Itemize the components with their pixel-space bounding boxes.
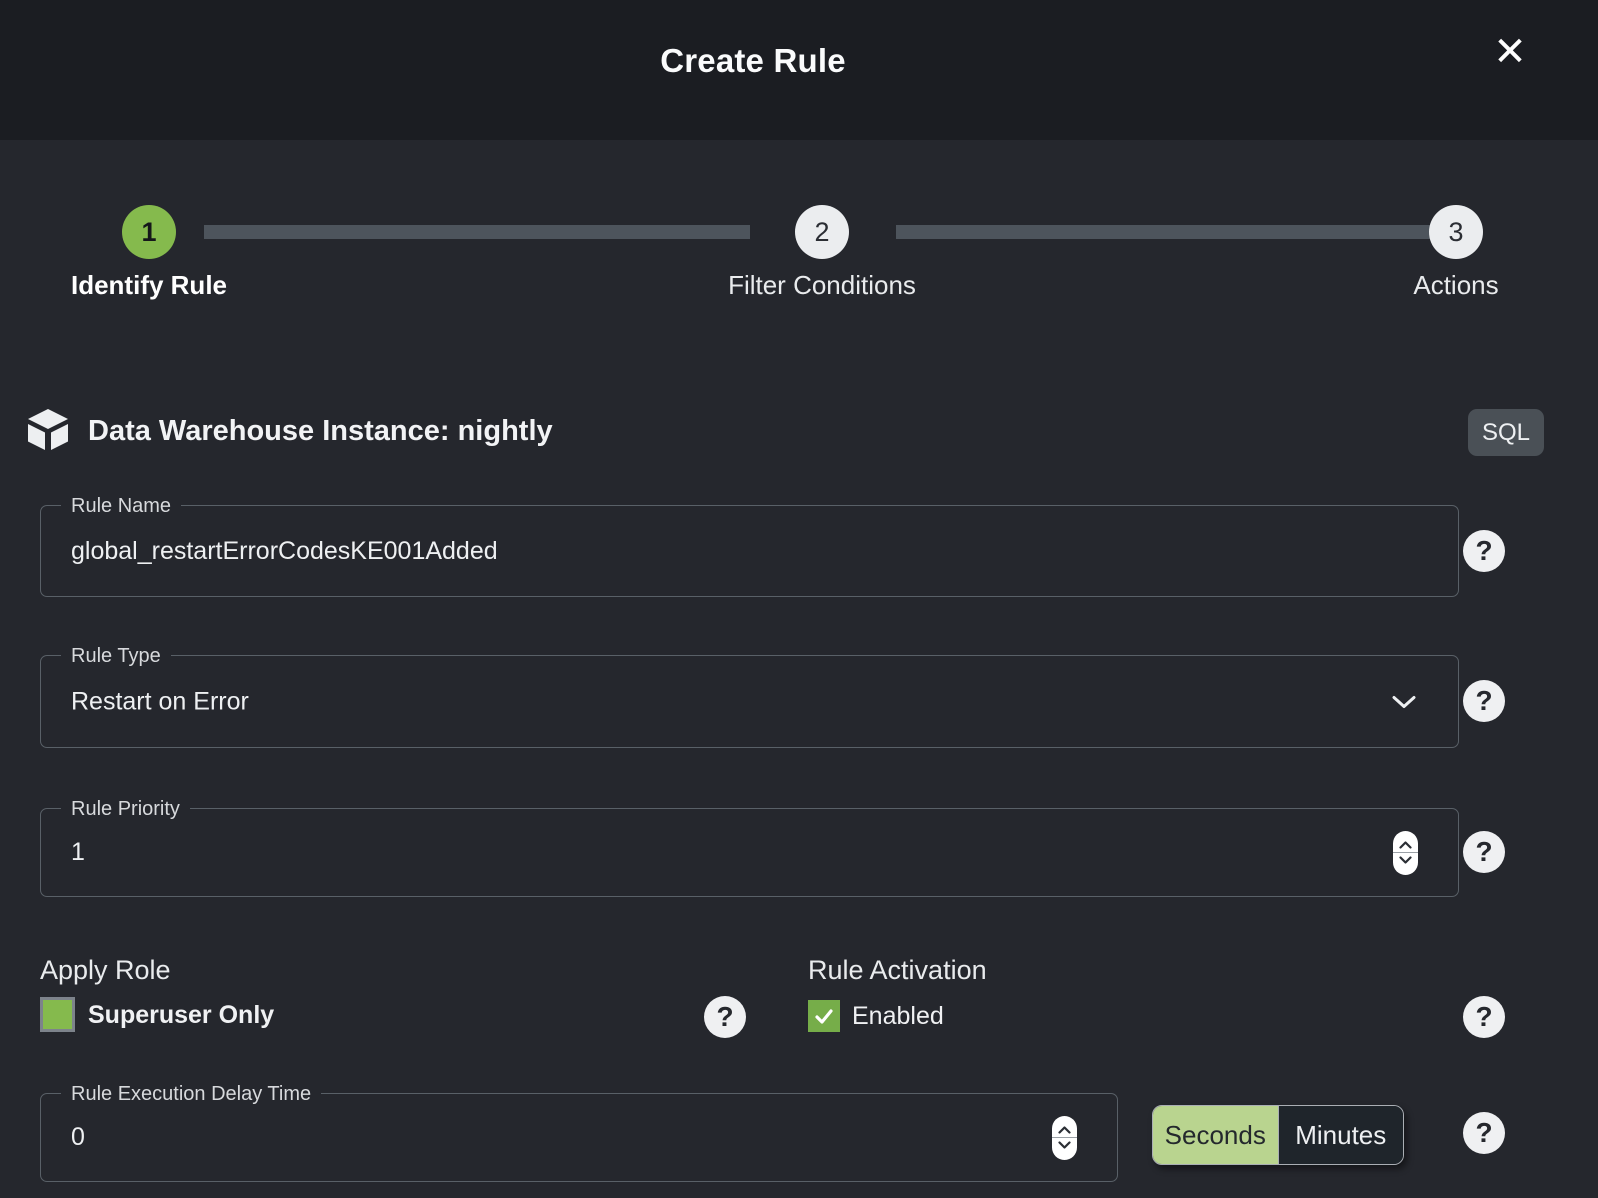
- delay-time-input[interactable]: [71, 1094, 971, 1181]
- cube-icon: [24, 406, 72, 459]
- dialog-title: Create Rule: [0, 42, 1506, 80]
- step-1-label[interactable]: Identify Rule: [19, 270, 279, 301]
- step-2-number: 2: [814, 217, 829, 248]
- unit-seconds-button[interactable]: Seconds: [1153, 1106, 1278, 1164]
- rule-priority-stepper[interactable]: [1393, 831, 1418, 875]
- rule-activation-label: Rule Activation: [808, 955, 987, 986]
- rule-type-dropdown[interactable]: Rule Type Restart on Error: [40, 655, 1459, 748]
- close-icon[interactable]: ✕: [1484, 26, 1536, 78]
- rule-type-value: Restart on Error: [71, 687, 249, 716]
- checkmark-icon: [813, 1005, 835, 1027]
- sql-button[interactable]: SQL: [1468, 409, 1544, 456]
- stepper-up-icon: [1399, 841, 1412, 849]
- rule-priority-input[interactable]: [71, 809, 1271, 896]
- rule-activation-help-icon[interactable]: ?: [1463, 996, 1505, 1038]
- apply-role-label: Apply Role: [40, 955, 171, 986]
- step-connector-2: [896, 225, 1432, 239]
- unit-minutes-button[interactable]: Minutes: [1278, 1106, 1404, 1164]
- step-3-circle[interactable]: 3: [1429, 205, 1483, 259]
- stepper-up-icon: [1058, 1126, 1071, 1134]
- step-1-number: 1: [141, 217, 156, 248]
- rule-priority-help-icon[interactable]: ?: [1463, 831, 1505, 873]
- delay-time-field[interactable]: Rule Execution Delay Time: [40, 1093, 1118, 1182]
- step-2-circle[interactable]: 2: [795, 205, 849, 259]
- rule-name-input[interactable]: [71, 506, 1321, 596]
- apply-role-option-label: Superuser Only: [88, 1001, 274, 1030]
- rule-priority-field[interactable]: Rule Priority: [40, 808, 1459, 897]
- delay-time-stepper[interactable]: [1052, 1116, 1077, 1160]
- rule-name-field[interactable]: Rule Name: [40, 505, 1459, 597]
- rule-activation-checkbox[interactable]: [808, 1000, 840, 1032]
- rule-name-help-icon[interactable]: ?: [1463, 530, 1505, 572]
- rule-type-label: Rule Type: [61, 643, 171, 669]
- apply-role-help-icon[interactable]: ?: [704, 996, 746, 1038]
- step-1-circle[interactable]: 1: [122, 205, 176, 259]
- step-3-label[interactable]: Actions: [1326, 270, 1586, 301]
- stepper-down-icon: [1058, 1141, 1071, 1149]
- step-connector-1: [204, 225, 750, 239]
- step-3-number: 3: [1448, 217, 1463, 248]
- rule-type-help-icon[interactable]: ?: [1463, 680, 1505, 722]
- chevron-down-icon[interactable]: [1392, 695, 1416, 708]
- instance-heading: Data Warehouse Instance: nightly: [88, 415, 553, 448]
- step-2-label[interactable]: Filter Conditions: [692, 270, 952, 301]
- delay-time-help-icon[interactable]: ?: [1463, 1112, 1505, 1154]
- apply-role-checkbox[interactable]: [40, 997, 75, 1032]
- create-rule-dialog: Create Rule ✕ 1 2 3 Identify Rule Filter…: [0, 0, 1598, 1198]
- delay-unit-toggle: Seconds Minutes: [1152, 1105, 1404, 1165]
- stepper-down-icon: [1399, 856, 1412, 864]
- rule-activation-option-label: Enabled: [852, 1002, 944, 1031]
- dialog-header: Create Rule ✕: [0, 0, 1598, 140]
